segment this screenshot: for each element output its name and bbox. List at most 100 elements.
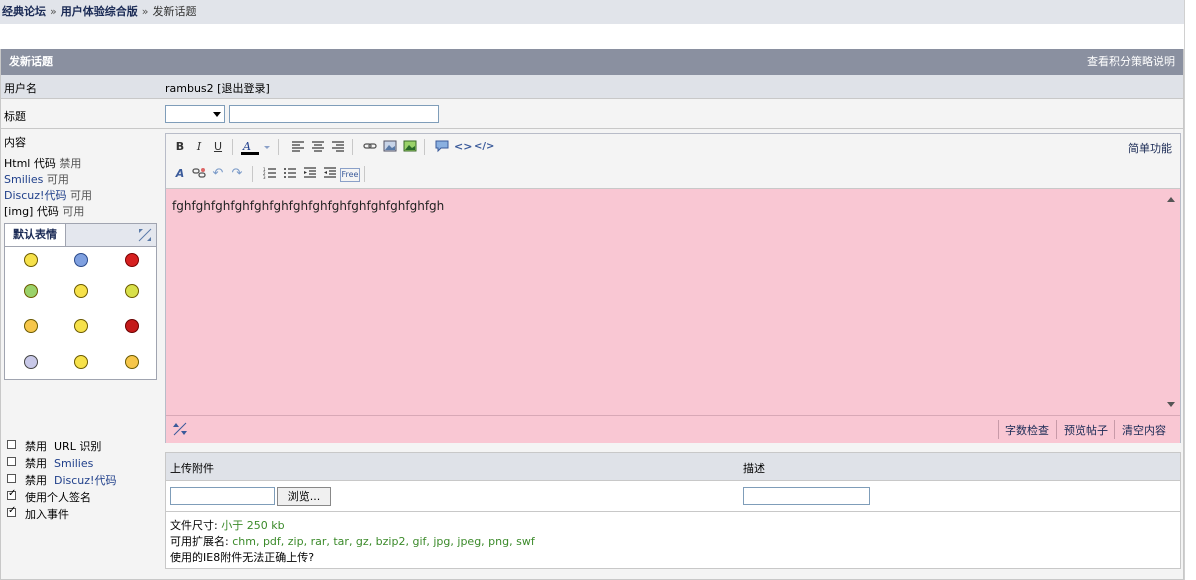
mad-red-icon[interactable] [125,319,139,333]
statusbar-divider [998,420,999,439]
disable-url-checkbox[interactable] [7,440,16,449]
smile-icon[interactable] [24,253,38,267]
img-code-status: [img] 代码 可用 [4,205,85,218]
disable-url-label: 禁用 URL 识别 [25,440,102,453]
disable-smilies-checkbox[interactable] [7,457,16,466]
credit-policy-link[interactable]: 查看积分策略说明 [1087,49,1175,75]
browse-button[interactable]: 浏览... [277,487,331,506]
dizzy-icon[interactable] [24,355,38,369]
undo-icon[interactable]: ↶ [210,166,226,182]
chevron-down-icon [213,112,221,117]
username-label: 用户名 [4,82,37,95]
align-left-icon[interactable] [290,139,306,155]
toolbar-divider [232,139,233,155]
post-form: 发新话题 查看积分策略说明 用户名 rambus2 [退出登录] 标题 内容 H… [0,49,1184,580]
smile-green-icon[interactable] [125,284,139,298]
ie8-upload-help-link[interactable]: 使用的IE8附件无法正确上传? [170,549,314,565]
disable-discuz-code-label: 禁用 Discuz!代码 [25,474,117,487]
wink-icon[interactable] [125,355,139,369]
html-code-status: Html 代码 禁用 [4,157,82,170]
file-size-info: 文件尺寸: 小于 250 kb [170,519,285,532]
scroll-up-icon[interactable] [1167,197,1175,202]
page-title: 发新话题 [9,55,53,68]
ordered-list-icon[interactable]: 123 [262,166,278,182]
font-color-icon[interactable]: A [240,139,262,155]
breadcrumb-separator: » [50,5,57,18]
discuz-code-link[interactable]: Discuz!代码 [4,189,66,202]
unlink-icon[interactable] [191,166,207,182]
topic-type-select[interactable] [165,105,225,123]
logout-link[interactable]: [退出登录] [217,82,270,95]
username-row: 用户名 rambus2 [退出登录] [1,75,1183,99]
scroll-down-icon[interactable] [1167,402,1175,407]
use-signature-checkbox[interactable] [7,488,16,500]
description-input[interactable] [743,487,870,505]
italic-icon[interactable]: I [191,139,207,155]
shocked-icon[interactable] [74,355,88,369]
statusbar-divider [1114,420,1115,439]
editor-toolbar-bottom: A ↶ ↷ 123 Free [166,161,1180,189]
smilies-status: Smilies 可用 [4,173,69,186]
smiley-panel: 默认表情 [4,223,157,380]
description-label: 描述 [743,462,765,475]
form-header: 发新话题 查看积分策略说明 [1,49,1183,75]
laugh-icon[interactable] [74,319,88,333]
file-path-input[interactable] [170,487,275,505]
align-right-icon[interactable] [330,139,346,155]
subject-label: 标题 [4,110,26,123]
cool-icon[interactable] [24,319,38,333]
preview-button[interactable]: 预览帖子 [1064,422,1108,438]
upload-attachment-label: 上传附件 [170,462,214,475]
message-content: fghfghfghfghfghfghfghfghfghfghfghfghfghf… [172,199,445,213]
frown-blue-icon[interactable] [74,253,88,267]
subject-input[interactable] [229,105,439,123]
toolbar-divider [364,166,365,182]
remove-format-icon[interactable]: A [172,166,188,182]
smilies-link[interactable]: Smilies [4,173,43,186]
bold-icon[interactable]: B [172,139,188,155]
username-value: rambus2 [退出登录] [165,82,270,95]
file-extensions-info: 可用扩展名: chm, pdf, zip, rar, tar, gz, bzip… [170,535,535,548]
breadcrumb-forum[interactable]: 用户体验综合版 [61,5,138,18]
free-icon[interactable]: Free [340,168,360,182]
redo-icon[interactable]: ↷ [229,166,245,182]
image-icon[interactable] [382,139,398,155]
angry-red-icon[interactable] [125,253,139,267]
breadcrumb: 经典论坛» 用户体验综合版» 发新话题 [0,0,1186,24]
editor-scrollbar[interactable] [1164,193,1178,411]
link-icon[interactable] [362,139,378,155]
underline-icon[interactable]: U [210,139,226,155]
toggle-icon[interactable] [136,226,154,244]
grin-teeth-icon[interactable] [24,284,38,298]
editor-toolbar-top: B I U A <> </> 简单功能 [166,134,1180,161]
resize-icon[interactable] [172,421,188,437]
chevron-down-icon[interactable] [262,139,272,155]
html-icon[interactable]: </> [474,139,494,155]
quote-icon[interactable] [434,139,450,155]
message-textarea[interactable]: fghfghfghfghfghfghfghfghfghfghfghfghfghf… [166,189,1180,415]
tab-default-smileys[interactable]: 默认表情 [5,224,66,246]
simple-mode-link[interactable]: 简单功能 [1128,140,1172,156]
add-event-label: 加入事件 [25,508,69,521]
align-center-icon[interactable] [310,139,326,155]
clear-content-button[interactable]: 清空内容 [1122,422,1166,438]
smile-icon[interactable] [74,284,88,298]
disable-smilies-label: 禁用 Smilies [25,457,94,470]
disable-discuz-code-checkbox[interactable] [7,474,16,483]
toolbar-divider [278,139,279,155]
code-icon[interactable]: <> [454,139,472,155]
content-label: 内容 [4,136,26,149]
insert-image-icon[interactable] [402,139,418,155]
statusbar-divider [1056,420,1057,439]
indent-icon[interactable] [322,166,338,182]
word-check-button[interactable]: 字数检查 [1005,422,1049,438]
outdent-icon[interactable] [302,166,318,182]
subject-row: 标题 [1,99,1183,129]
attachment-row: 浏览... [166,481,1180,512]
breadcrumb-home[interactable]: 经典论坛 [2,5,46,18]
page-scrollbar[interactable] [1184,0,1196,580]
add-event-checkbox[interactable] [7,505,16,517]
unordered-list-icon[interactable] [282,166,298,182]
breadcrumb-current: 发新话题 [152,5,197,18]
svg-text:A: A [242,140,251,153]
